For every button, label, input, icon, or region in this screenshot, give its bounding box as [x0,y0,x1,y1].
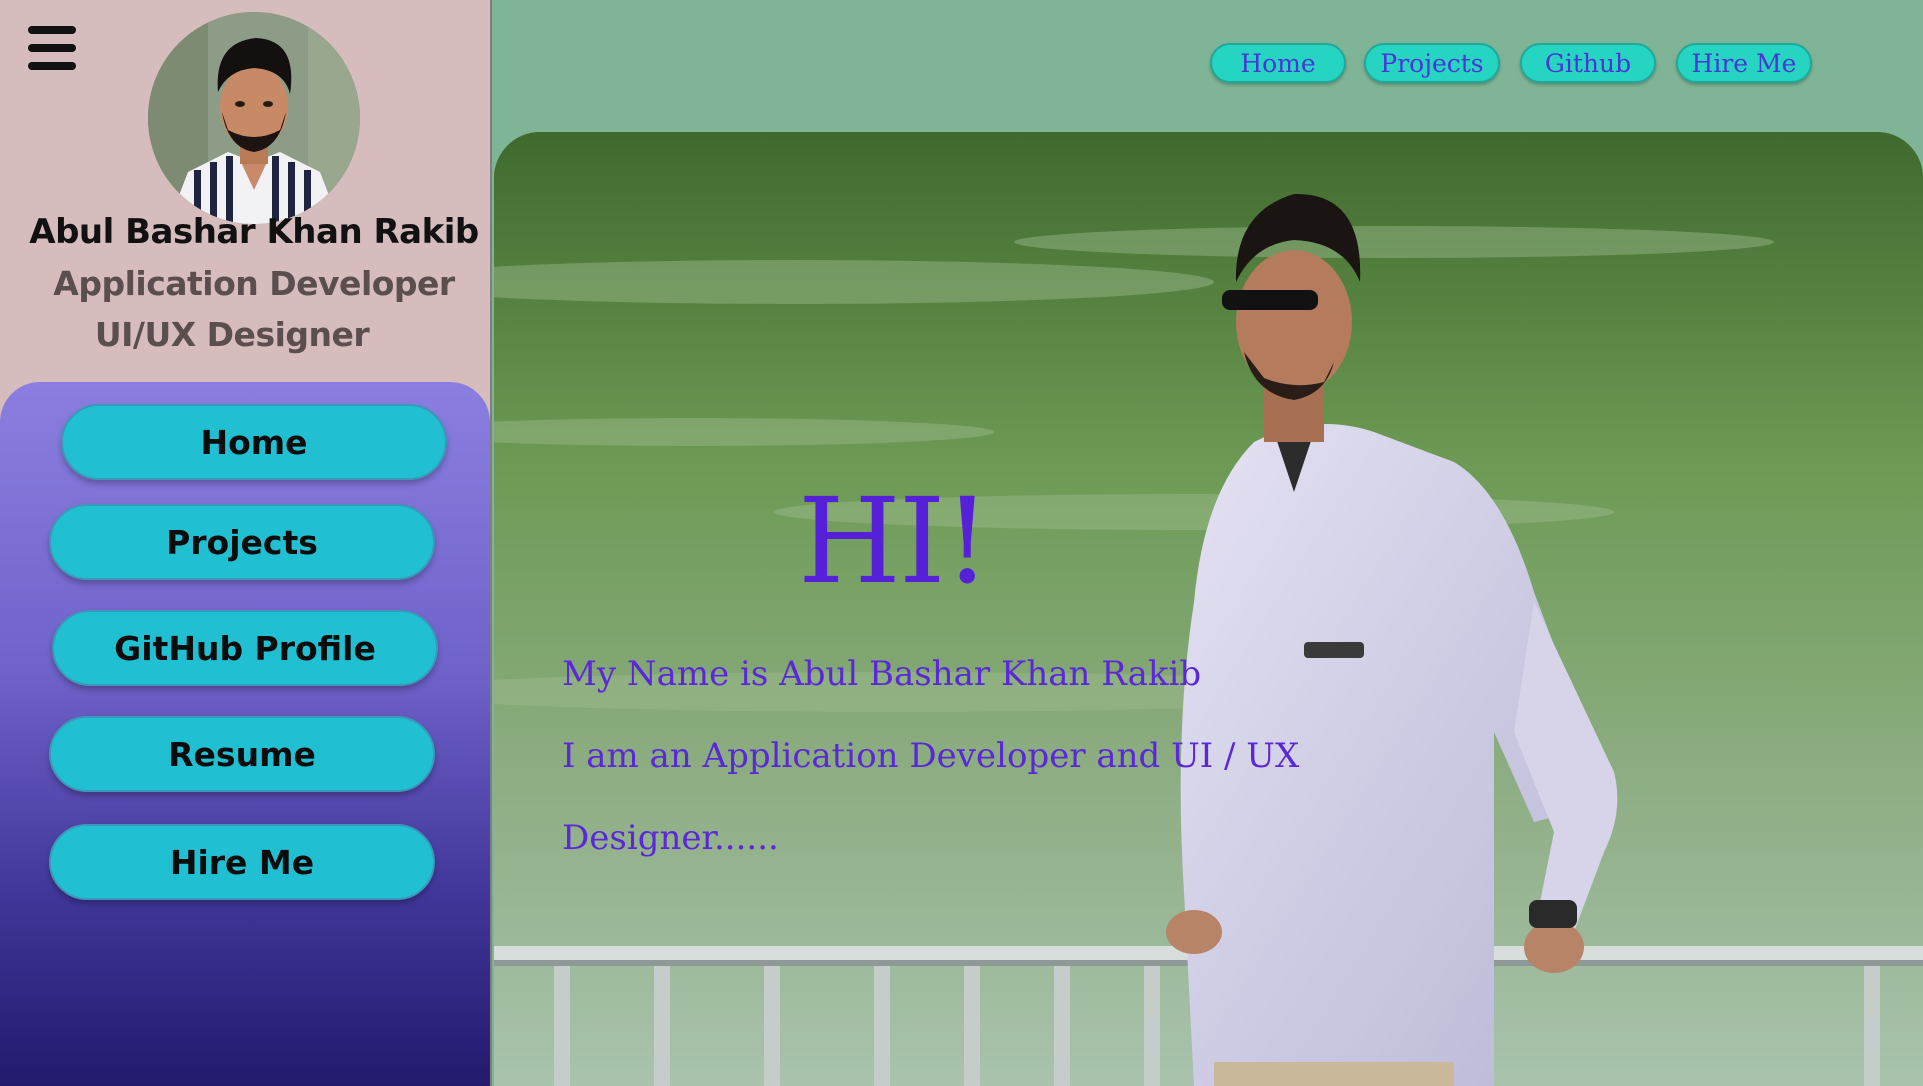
avatar-photo [148,12,360,224]
top-nav-projects-button[interactable]: Projects [1364,43,1500,83]
profile-role-primary: Application Developer [53,264,455,303]
sidebar-home-button[interactable]: Home [61,404,447,480]
sidebar-resume-button[interactable]: Resume [49,716,435,792]
sidebar: Abul Bashar Khan Rakib Application Devel… [0,0,492,1086]
hero-intro-line-2: I am an Application Developer and UI / U… [562,736,1300,776]
sidebar-github-profile-button[interactable]: GitHub Profile [52,610,438,686]
top-nav-home-button[interactable]: Home [1210,43,1346,83]
hero-intro-line-1: My Name is Abul Bashar Khan Rakib [562,654,1202,694]
hero-intro-line-3: Designer...... [562,818,779,858]
hero-greeting: HI! [798,472,991,610]
hero-background-photo [494,132,1923,1086]
profile-name: Abul Bashar Khan Rakib [29,212,479,252]
top-nav-hire-me-button[interactable]: Hire Me [1676,43,1812,83]
hero-section: HI! My Name is Abul Bashar Khan Rakib I … [494,132,1923,1086]
top-nav-github-button[interactable]: Github [1520,43,1656,83]
sidebar-hire-me-button[interactable]: Hire Me [49,824,435,900]
avatar [148,12,360,224]
menu-icon[interactable] [28,26,78,72]
profile-role-secondary: UI/UX Designer [94,315,370,354]
sidebar-projects-button[interactable]: Projects [49,504,435,580]
